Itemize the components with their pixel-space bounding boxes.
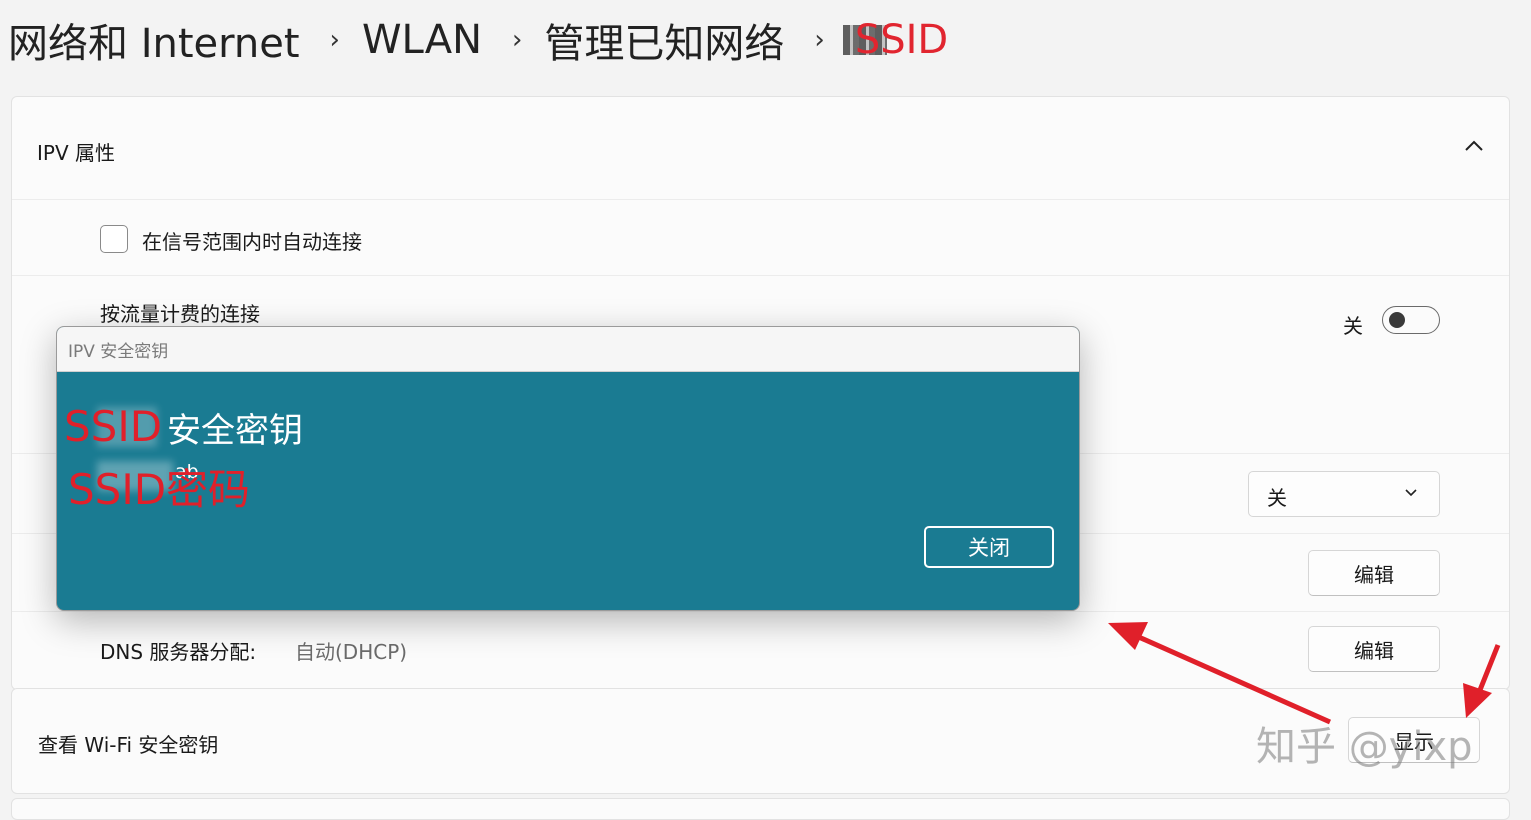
chevron-right-icon: ›	[329, 25, 340, 55]
setting-dropdown[interactable]: 关	[1248, 471, 1440, 517]
properties-title: IPV 属性	[37, 141, 115, 165]
breadcrumb-manage-known-networks[interactable]: 管理已知网络	[544, 11, 784, 69]
properties-header[interactable]: IPV 属性	[12, 97, 1509, 199]
chevron-up-icon[interactable]	[1463, 135, 1485, 157]
dns-assignment-row: DNS 服务器分配: 自动(DHCP) 编辑	[12, 611, 1509, 690]
chevron-down-icon	[1403, 484, 1419, 505]
auto-connect-checkbox[interactable]	[100, 225, 128, 253]
dialog-close-button[interactable]: 关闭	[924, 526, 1054, 568]
edit-dns-button[interactable]: 编辑	[1308, 626, 1440, 672]
auto-connect-row: 在信号范围内时自动连接	[12, 199, 1509, 276]
metered-toggle-state: 关	[1343, 314, 1363, 338]
dns-label: DNS 服务器分配:	[100, 640, 257, 664]
dialog-titlebar: IPV 安全密钥	[57, 327, 1079, 372]
metered-connection-toggle[interactable]	[1382, 306, 1440, 334]
wifi-key-label: 查看 Wi-Fi 安全密钥	[38, 733, 219, 757]
breadcrumb-current-ssid: SSID	[842, 17, 949, 63]
edit-ip-button[interactable]: 编辑	[1308, 550, 1440, 596]
ssid-password-annotation: SSID密码	[68, 465, 251, 514]
watermark: 知乎 @yixp	[1256, 724, 1473, 770]
dns-value: 自动(DHCP)	[295, 640, 408, 664]
breadcrumb-wlan[interactable]: WLAN	[362, 17, 482, 63]
chevron-right-icon: ›	[512, 25, 523, 55]
chevron-right-icon: ›	[814, 25, 825, 55]
dropdown-value: 关	[1267, 486, 1287, 510]
auto-connect-label: 在信号范围内时自动连接	[142, 230, 362, 254]
ssid-annotation: SSID	[64, 402, 163, 451]
metered-connection-label: 按流量计费的连接	[100, 302, 260, 326]
dialog-heading: 安全密钥	[167, 411, 303, 451]
breadcrumb-network-internet[interactable]: 网络和 Internet	[8, 11, 300, 69]
next-card-edge	[11, 798, 1510, 820]
page-title: SSID	[854, 17, 949, 63]
breadcrumb: 网络和 Internet › WLAN › 管理已知网络 › SSID	[8, 11, 949, 69]
